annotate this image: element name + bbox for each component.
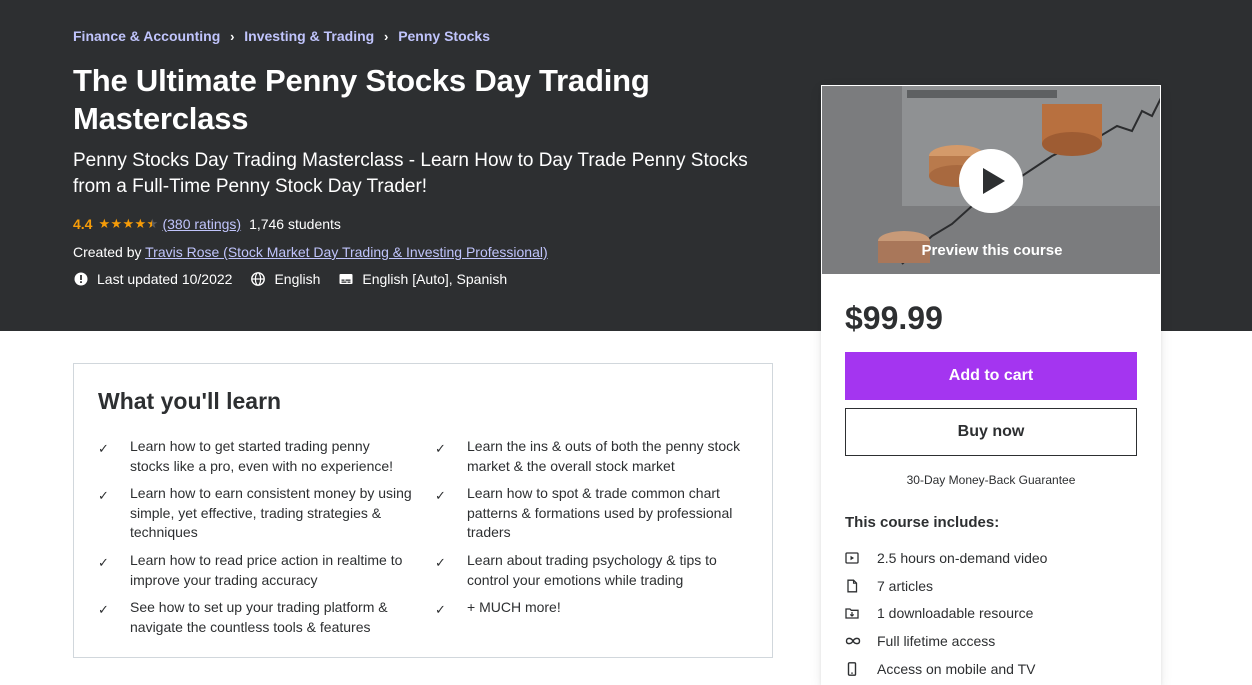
learn-item: ✓ Learn how to read price action in realt… xyxy=(98,551,435,590)
learn-item-text: Learn how to get started trading penny s… xyxy=(130,438,394,474)
last-updated: Last updated 10/2022 xyxy=(73,271,232,287)
rating-number: 4.4 xyxy=(73,216,93,232)
chevron-right-icon: › xyxy=(230,28,235,44)
check-icon: ✓ xyxy=(435,441,446,456)
money-back-guarantee: 30-Day Money-Back Guarantee xyxy=(906,473,1076,487)
learn-item-text: Learn the ins & outs of both the penny s… xyxy=(467,438,741,474)
course-title: The Ultimate Penny Stocks Day Trading Ma… xyxy=(73,63,650,136)
what-you-learn: What you'll learn ✓ Learn how to get star… xyxy=(73,363,773,658)
learn-item-text: + MUCH more! xyxy=(467,599,561,616)
includes-item: Full lifetime access xyxy=(845,627,1137,655)
rating-row: 4.4 ★ ★ ★ ★ ★ (380 ratings) 1,746 studen… xyxy=(73,216,341,232)
learn-item: ✓ Learn the ins & outs of both the penny … xyxy=(435,437,750,476)
breadcrumb-penny-stocks[interactable]: Penny Stocks xyxy=(398,28,490,44)
closed-captions-icon xyxy=(339,274,353,284)
star-icon: ★ xyxy=(134,216,147,231)
mobile-icon xyxy=(847,662,857,676)
includes-item-label: 1 downloadable resource xyxy=(877,605,1034,622)
learn-item: ✓ Learn how to spot & trade common chart … xyxy=(435,484,750,543)
learn-item-text: See how to set up your trading platform … xyxy=(130,599,388,635)
course-subtitle: Penny Stocks Day Trading Masterclass - L… xyxy=(73,150,748,197)
captions: English [Auto], Spanish xyxy=(338,271,507,287)
learn-item: ✓ + MUCH more! xyxy=(435,598,750,637)
includes-item-label: Access on mobile and TV xyxy=(877,661,1036,678)
check-icon: ✓ xyxy=(98,488,109,504)
learn-item-text: Learn how to spot & trade common chart p… xyxy=(467,485,733,541)
infinity-icon xyxy=(845,637,861,645)
created-by-label: Created by xyxy=(73,244,146,260)
star-icon: ★ xyxy=(110,216,123,231)
star-icon: ★ xyxy=(98,216,111,231)
course-price: $99.99 xyxy=(845,300,943,336)
course-preview[interactable]: Preview this course xyxy=(821,85,1161,275)
created-by: Created by Travis Rose (Stock Market Day… xyxy=(73,244,548,260)
what-you-learn-title: What you'll learn xyxy=(98,388,282,414)
includes-list: 2.5 hours on-demand video 7 articles 1 d… xyxy=(845,544,1137,683)
includes-item-label: 7 articles xyxy=(877,577,934,594)
check-icon: ✓ xyxy=(98,602,109,618)
breadcrumb: Finance & Accounting › Investing & Tradi… xyxy=(73,28,490,44)
check-icon: ✓ xyxy=(98,554,109,570)
language: English xyxy=(250,271,320,287)
includes-item: Access on mobile and TV xyxy=(845,655,1137,683)
breadcrumb-finance-accounting[interactable]: Finance & Accounting xyxy=(73,28,220,44)
ratings-link[interactable]: (380 ratings) xyxy=(162,216,241,232)
globe-icon xyxy=(251,272,266,286)
learn-item: ✓ See how to set up your trading platform… xyxy=(98,598,435,637)
half-star-icon: ★ xyxy=(146,216,159,231)
learn-item: ✓ Learn about trading psychology & tips t… xyxy=(435,551,750,590)
check-icon: ✓ xyxy=(435,602,446,618)
includes-item: 1 downloadable resource xyxy=(845,600,1137,628)
check-icon: ✓ xyxy=(435,488,446,504)
download-icon xyxy=(845,608,859,620)
play-button[interactable] xyxy=(959,149,1023,213)
language-text: English xyxy=(274,271,321,287)
course-meta: Last updated 10/2022 English English [Au… xyxy=(73,271,525,287)
chevron-right-icon: › xyxy=(384,28,389,44)
alert-badge-icon xyxy=(74,272,88,286)
learn-item-text: Learn about trading psychology & tips to… xyxy=(467,551,717,588)
learn-list: ✓ Learn how to get started trading penny … xyxy=(98,437,750,637)
star-rating: ★ ★ ★ ★ ★ xyxy=(98,217,158,231)
includes-item: 7 articles xyxy=(845,572,1137,600)
video-icon xyxy=(845,552,859,564)
last-updated-text: Last updated 10/2022 xyxy=(97,271,233,287)
includes-title: This course includes: xyxy=(845,514,1000,531)
learn-item: ✓ Learn how to earn consistent money by u… xyxy=(98,484,435,543)
add-to-cart-button[interactable]: Add to cart xyxy=(845,352,1137,400)
check-icon: ✓ xyxy=(98,441,109,456)
includes-item-label: Full lifetime access xyxy=(877,633,996,650)
buy-now-button[interactable]: Buy now xyxy=(845,408,1137,456)
student-count: 1,746 students xyxy=(249,216,341,232)
includes-item: 2.5 hours on-demand video xyxy=(845,544,1137,572)
check-icon: ✓ xyxy=(435,554,446,570)
learn-item-text: Learn how to read price action in realti… xyxy=(130,551,403,588)
breadcrumb-investing-trading[interactable]: Investing & Trading xyxy=(244,28,374,44)
article-icon xyxy=(847,579,858,593)
instructor-link[interactable]: Travis Rose (Stock Market Day Trading & … xyxy=(145,244,548,260)
learn-item-text: Learn how to earn consistent money by us… xyxy=(130,485,412,541)
captions-text: English [Auto], Spanish xyxy=(362,271,508,287)
purchase-sidebar: Preview this course $99.99 Add to cart B… xyxy=(821,85,1161,685)
star-icon: ★ xyxy=(122,216,135,231)
play-icon xyxy=(982,168,1005,194)
preview-label: Preview this course xyxy=(921,242,1063,259)
includes-item-label: 2.5 hours on-demand video xyxy=(877,549,1048,566)
learn-item: ✓ Learn how to get started trading penny … xyxy=(98,437,435,476)
